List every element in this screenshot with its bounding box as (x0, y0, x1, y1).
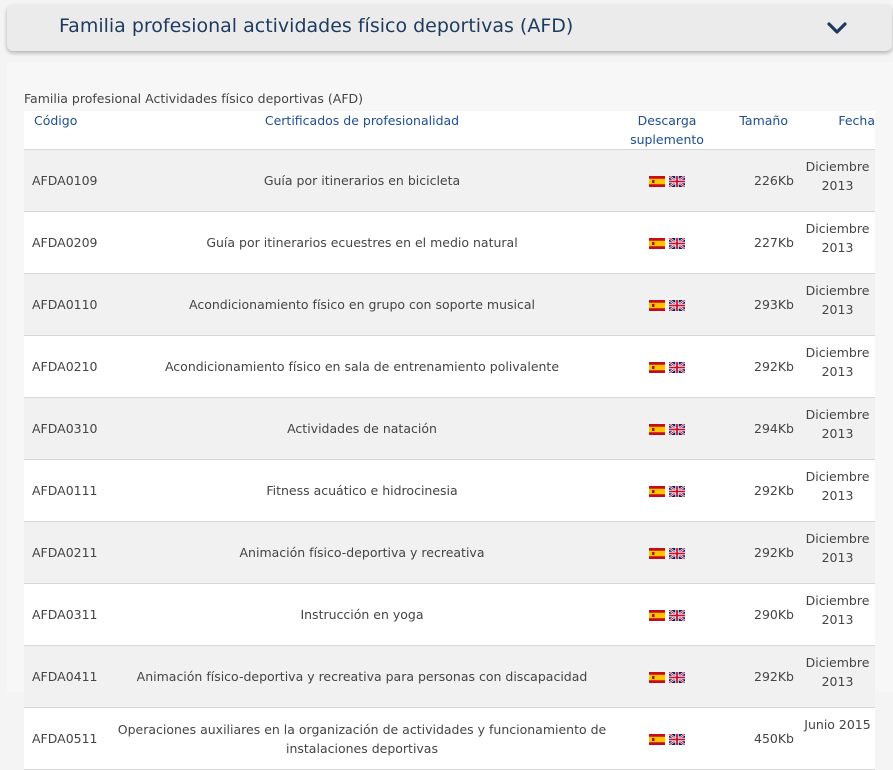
uk-flag-icon[interactable] (669, 486, 685, 497)
cert-date: Diciembre 2013 (800, 397, 875, 460)
table-row: AFDA0511 Operaciones auxiliares en la or… (24, 707, 875, 770)
download-cell (620, 397, 714, 460)
table-row: AFDA0210 Acondicionamiento físico en sal… (24, 335, 875, 398)
column-header-download: Descarga suplemento (620, 111, 714, 150)
spanish-flag-icon[interactable] (649, 300, 665, 311)
table-row: AFDA0110 Acondicionamiento físico en gru… (24, 273, 875, 336)
download-cell (620, 583, 714, 646)
cert-size: 292Kb (714, 335, 800, 398)
cert-title: Instrucción en yoga (104, 583, 620, 646)
cert-date: Diciembre 2013 (800, 211, 875, 274)
cert-size: 290Kb (714, 583, 800, 646)
cert-code: AFDA0310 (24, 397, 104, 460)
cert-size: 294Kb (714, 397, 800, 460)
cert-title: Acondicionamiento físico en sala de entr… (104, 335, 620, 398)
uk-flag-icon[interactable] (669, 238, 685, 249)
cert-size: 292Kb (714, 459, 800, 522)
certificates-table: Código Certificados de profesionalidad D… (24, 111, 875, 770)
spanish-flag-icon[interactable] (649, 548, 665, 559)
uk-flag-icon[interactable] (669, 548, 685, 559)
cert-date: Diciembre 2013 (800, 149, 875, 212)
cert-date: Diciembre 2013 (800, 335, 875, 398)
uk-flag-icon[interactable] (669, 672, 685, 683)
uk-flag-icon[interactable] (669, 362, 685, 373)
cert-code: AFDA0109 (24, 149, 104, 212)
uk-flag-icon[interactable] (669, 300, 685, 311)
cert-title: Operaciones auxiliares en la organizació… (104, 707, 620, 770)
table-row: AFDA0111 Fitness acuático e hidrocinesia… (24, 459, 875, 522)
table-row: AFDA0109 Guía por itinerarios en bicicle… (24, 149, 875, 212)
cert-date: Diciembre 2013 (800, 583, 875, 646)
cert-date: Diciembre 2013 (800, 645, 875, 708)
download-cell (620, 335, 714, 398)
download-cell (620, 459, 714, 522)
download-cell (620, 645, 714, 708)
table-row: AFDA0310 Actividades de natación 294Kb D… (24, 397, 875, 460)
download-cell (620, 707, 714, 770)
spanish-flag-icon[interactable] (649, 424, 665, 435)
spanish-flag-icon[interactable] (649, 176, 665, 187)
cert-size: 450Kb (714, 707, 800, 770)
download-cell (620, 273, 714, 336)
cert-title: Fitness acuático e hidrocinesia (104, 459, 620, 522)
spanish-flag-icon[interactable] (649, 672, 665, 683)
download-cell (620, 149, 714, 212)
uk-flag-icon[interactable] (669, 734, 685, 745)
spanish-flag-icon[interactable] (649, 238, 665, 249)
cert-date: Diciembre 2013 (800, 459, 875, 522)
cert-date: Junio 2015 (800, 707, 875, 770)
cert-code: AFDA0211 (24, 521, 104, 584)
accordion-header[interactable]: Familia profesional actividades físico d… (7, 5, 892, 51)
cert-date: Diciembre 2013 (800, 273, 875, 336)
spanish-flag-icon[interactable] (649, 734, 665, 745)
table-row: AFDA0209 Guía por itinerarios ecuestres … (24, 211, 875, 274)
cert-title: Animación físico-deportiva y recreativa (104, 521, 620, 584)
cert-size: 292Kb (714, 521, 800, 584)
cert-code: AFDA0110 (24, 273, 104, 336)
table-caption: Familia profesional Actividades físico d… (24, 91, 364, 106)
cert-title: Animación físico-deportiva y recreativa … (104, 645, 620, 708)
uk-flag-icon[interactable] (669, 424, 685, 435)
uk-flag-icon[interactable] (669, 610, 685, 621)
table-row: AFDA0411 Animación físico-deportiva y re… (24, 645, 875, 708)
cert-size: 292Kb (714, 645, 800, 708)
spanish-flag-icon[interactable] (649, 362, 665, 373)
cert-title: Guía por itinerarios en bicicleta (104, 149, 620, 212)
cert-code: AFDA0209 (24, 211, 104, 274)
cert-code: AFDA0411 (24, 645, 104, 708)
cert-code: AFDA0111 (24, 459, 104, 522)
table-header-row: Código Certificados de profesionalidad D… (24, 111, 875, 150)
cert-size: 227Kb (714, 211, 800, 274)
cert-title: Acondicionamiento físico en grupo con so… (104, 273, 620, 336)
download-cell (620, 521, 714, 584)
spanish-flag-icon[interactable] (649, 610, 665, 621)
column-header-date: Fecha (800, 111, 875, 150)
uk-flag-icon[interactable] (669, 176, 685, 187)
table-body: AFDA0109 Guía por itinerarios en bicicle… (24, 149, 875, 770)
cert-code: AFDA0511 (24, 707, 104, 770)
cert-title: Guía por itinerarios ecuestres en el med… (104, 211, 620, 274)
table-row: AFDA0211 Animación físico-deportiva y re… (24, 521, 875, 584)
cert-size: 293Kb (714, 273, 800, 336)
cert-title: Actividades de natación (104, 397, 620, 460)
cert-date: Diciembre 2013 (800, 521, 875, 584)
cert-code: AFDA0311 (24, 583, 104, 646)
accordion-title: Familia profesional actividades físico d… (59, 15, 574, 37)
download-cell (620, 211, 714, 274)
column-header-title: Certificados de profesionalidad (104, 111, 620, 150)
column-header-code: Código (24, 111, 104, 150)
column-header-size: Tamaño (714, 111, 800, 150)
chevron-down-icon[interactable] (826, 19, 848, 37)
spanish-flag-icon[interactable] (649, 486, 665, 497)
table-row: AFDA0311 Instrucción en yoga 290Kb Dicie… (24, 583, 875, 646)
cert-size: 226Kb (714, 149, 800, 212)
cert-code: AFDA0210 (24, 335, 104, 398)
